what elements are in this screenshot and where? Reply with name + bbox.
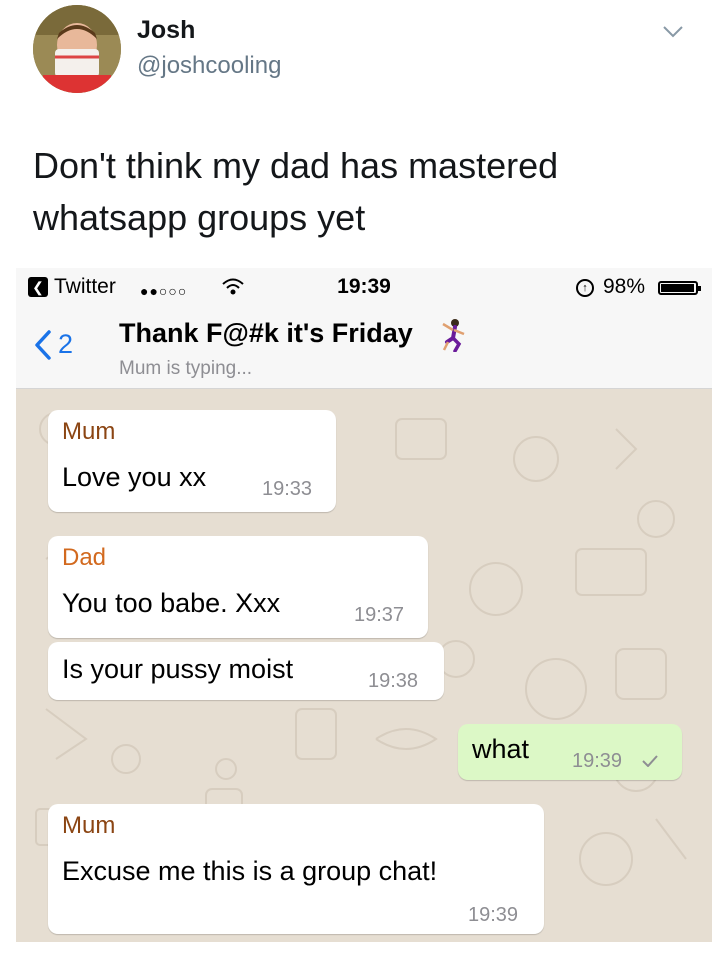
- status-bar: ❮ Twitter ●●○○○ 19:39 ↑ 98%: [16, 268, 712, 306]
- sender-name: Mum: [62, 418, 116, 445]
- message-text: Love you xx: [62, 462, 207, 492]
- message-text: Is your pussy moist: [62, 654, 294, 684]
- message-time: 19:33: [262, 478, 313, 500]
- message-time: 19:38: [368, 670, 419, 692]
- message-text: what: [472, 734, 530, 764]
- chat-header: 2 Thank F@#k it's Friday Mum is typing..…: [16, 306, 712, 389]
- avatar[interactable]: [33, 5, 121, 93]
- outgoing-message-bubble[interactable]: what 19:39: [458, 724, 682, 780]
- battery-icon: [658, 281, 701, 295]
- battery-percent: 98%: [603, 275, 646, 298]
- message-bubble[interactable]: Mum Love you xx 19:33: [48, 410, 336, 512]
- chevron-down-icon[interactable]: [662, 24, 684, 40]
- message-time: 19:39: [468, 904, 519, 926]
- unread-count[interactable]: 2: [58, 329, 73, 360]
- message-time: 19:37: [354, 604, 405, 626]
- author-name[interactable]: Josh: [137, 16, 195, 45]
- dancer-emoji-icon: [442, 319, 465, 352]
- back-chevron-icon[interactable]: [34, 330, 52, 360]
- message-bubble[interactable]: Is your pussy moist 19:38: [48, 642, 444, 700]
- message-bubble[interactable]: Dad You too babe. Xxx 19:37: [48, 536, 428, 638]
- author-handle[interactable]: @joshcooling: [137, 52, 281, 80]
- sender-name: Dad: [62, 544, 107, 571]
- message-time: 19:39: [572, 750, 623, 772]
- message-text: Excuse me this is a group chat!: [62, 856, 438, 886]
- tweet-text: Don't think my dad has mastered whatsapp…: [33, 145, 559, 238]
- lock-rotation-icon: ↑: [576, 279, 594, 297]
- whatsapp-screenshot: ❮ Twitter ●●○○○ 19:39 ↑ 98% 2 Thank F@#k…: [16, 268, 712, 942]
- read-check-icon: [642, 755, 658, 767]
- typing-status: Mum is typing...: [119, 358, 253, 379]
- sender-name: Mum: [62, 812, 116, 839]
- message-bubble[interactable]: Mum Excuse me this is a group chat! 19:3…: [48, 804, 544, 934]
- tweet: Josh @joshcooling Don't think my dad has…: [0, 0, 728, 268]
- message-text: You too babe. Xxx: [62, 588, 281, 618]
- chat-title[interactable]: Thank F@#k it's Friday: [119, 318, 413, 349]
